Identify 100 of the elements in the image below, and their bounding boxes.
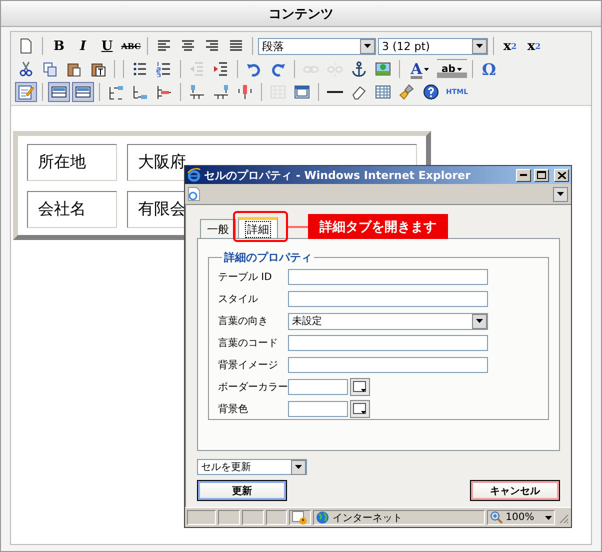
field-label: スタイル bbox=[218, 293, 259, 306]
color-swatch-icon bbox=[353, 381, 367, 393]
brush-icon bbox=[399, 84, 415, 100]
caret-icon bbox=[424, 68, 430, 70]
field-label: 背景色 bbox=[218, 402, 249, 416]
format-button[interactable]: I bbox=[72, 36, 94, 56]
align-center-icon bbox=[180, 38, 196, 54]
edit-icon bbox=[18, 84, 34, 100]
dialog-tab[interactable]: 詳細 bbox=[238, 217, 278, 238]
zone-label: インターネット bbox=[332, 512, 402, 524]
align-right-icon bbox=[204, 38, 220, 54]
warning-page-icon bbox=[292, 510, 308, 524]
status-pane bbox=[266, 510, 288, 525]
horizontal-rule-icon bbox=[327, 91, 343, 93]
input-field[interactable] bbox=[288, 335, 488, 351]
scissors-icon bbox=[18, 61, 34, 77]
column-after-icon bbox=[132, 84, 148, 100]
numbered-list-icon bbox=[156, 61, 172, 77]
status-pane bbox=[242, 510, 264, 525]
highlight-frame bbox=[233, 211, 288, 242]
field-label: 言葉の向き bbox=[218, 314, 269, 328]
bullet-list-icon bbox=[132, 61, 148, 77]
action-dropdown[interactable]: セルを更新 bbox=[197, 459, 307, 475]
paste-icon bbox=[66, 61, 82, 77]
table-cell: 会社名 bbox=[27, 191, 117, 228]
indent-icon bbox=[213, 61, 229, 77]
input-field[interactable] bbox=[288, 291, 488, 307]
field-label: ボーダーカラー bbox=[218, 381, 288, 394]
column-before-icon bbox=[108, 84, 124, 100]
edit-button[interactable] bbox=[15, 82, 37, 102]
format-button[interactable]: B bbox=[48, 36, 70, 56]
cell-props-icon bbox=[294, 84, 310, 100]
align-left-icon bbox=[156, 38, 172, 54]
color-field[interactable] bbox=[288, 379, 348, 395]
minimize-icon bbox=[520, 174, 527, 176]
dialog-tab[interactable]: 一般 bbox=[200, 219, 236, 238]
table-borders-button[interactable] bbox=[48, 82, 70, 102]
dropdown-field[interactable]: 未設定 bbox=[288, 312, 488, 330]
symbol-button[interactable]: Ω bbox=[478, 59, 500, 79]
table-cell: 所在地 bbox=[27, 144, 117, 181]
image-icon bbox=[375, 61, 391, 77]
dropdown-arrow-icon bbox=[476, 319, 483, 323]
status-pane bbox=[187, 510, 216, 525]
outdent-icon bbox=[189, 61, 205, 77]
dropdown-arrow-icon bbox=[557, 192, 564, 196]
format-button[interactable]: ABC bbox=[120, 36, 142, 56]
table-borders-icon bbox=[51, 84, 67, 100]
dropdown-arrow-icon bbox=[364, 44, 371, 48]
update-button[interactable]: 更新 bbox=[197, 480, 287, 501]
leader-line bbox=[288, 226, 308, 228]
globe-icon bbox=[316, 511, 330, 524]
align-justify-icon bbox=[228, 38, 244, 54]
anchor-icon bbox=[351, 61, 367, 77]
group-title: 詳細のプロパティ bbox=[222, 250, 313, 265]
status-pane bbox=[218, 510, 240, 525]
toolbar-dropdown[interactable]: 3 (12 pt) bbox=[378, 38, 488, 54]
eraser-icon bbox=[351, 84, 367, 100]
field-label: テーブル ID bbox=[218, 270, 273, 284]
minimize-button[interactable] bbox=[516, 168, 531, 182]
format-button[interactable]: U bbox=[96, 36, 118, 56]
help-icon bbox=[423, 84, 439, 100]
close-icon bbox=[558, 172, 566, 178]
table-borders-icon bbox=[75, 84, 91, 100]
input-field[interactable] bbox=[288, 357, 488, 373]
dropdown-arrow-icon bbox=[545, 516, 552, 520]
row-delete-icon bbox=[237, 84, 253, 100]
browser-logo-icon bbox=[187, 168, 201, 182]
color-picker-button[interactable] bbox=[350, 400, 370, 418]
page-icon bbox=[188, 187, 200, 201]
redo-icon bbox=[270, 61, 286, 77]
dropdown-arrow-icon bbox=[476, 44, 483, 48]
zoom-icon bbox=[490, 511, 503, 524]
color-field[interactable] bbox=[288, 401, 348, 417]
copy-icon bbox=[42, 61, 58, 77]
maximize-button[interactable] bbox=[534, 168, 549, 182]
field-label: 背景イメージ bbox=[218, 358, 279, 372]
highlight-button[interactable]: ab bbox=[437, 59, 467, 79]
resize-grip-icon bbox=[557, 512, 569, 524]
panel-title: コンテンツ bbox=[268, 6, 334, 22]
color-picker-button[interactable] bbox=[350, 378, 370, 396]
table-grid-icon bbox=[375, 84, 391, 100]
undo-icon bbox=[246, 61, 262, 77]
field-label: 言葉のコード bbox=[218, 336, 279, 350]
row-before-icon bbox=[189, 84, 205, 100]
input-field[interactable] bbox=[288, 269, 488, 285]
maximize-icon bbox=[537, 171, 546, 179]
cancel-button[interactable]: キャンセル bbox=[470, 480, 560, 501]
color-swatch-icon bbox=[353, 403, 367, 415]
caret-icon bbox=[457, 68, 462, 70]
toolbar-dropdown[interactable]: 段落 bbox=[258, 38, 376, 54]
table-borders-button[interactable] bbox=[72, 82, 94, 102]
dropdown-arrow-icon bbox=[295, 465, 302, 469]
new-document-icon bbox=[18, 38, 34, 54]
dropdown-button[interactable] bbox=[553, 186, 568, 202]
close-button[interactable] bbox=[554, 168, 569, 182]
column-delete-icon bbox=[156, 84, 172, 100]
callout-label: 詳細タブを開きます bbox=[308, 214, 448, 239]
font-color-button[interactable]: A bbox=[405, 59, 435, 79]
paste-text-icon bbox=[90, 61, 106, 77]
row-after-icon bbox=[213, 84, 229, 100]
